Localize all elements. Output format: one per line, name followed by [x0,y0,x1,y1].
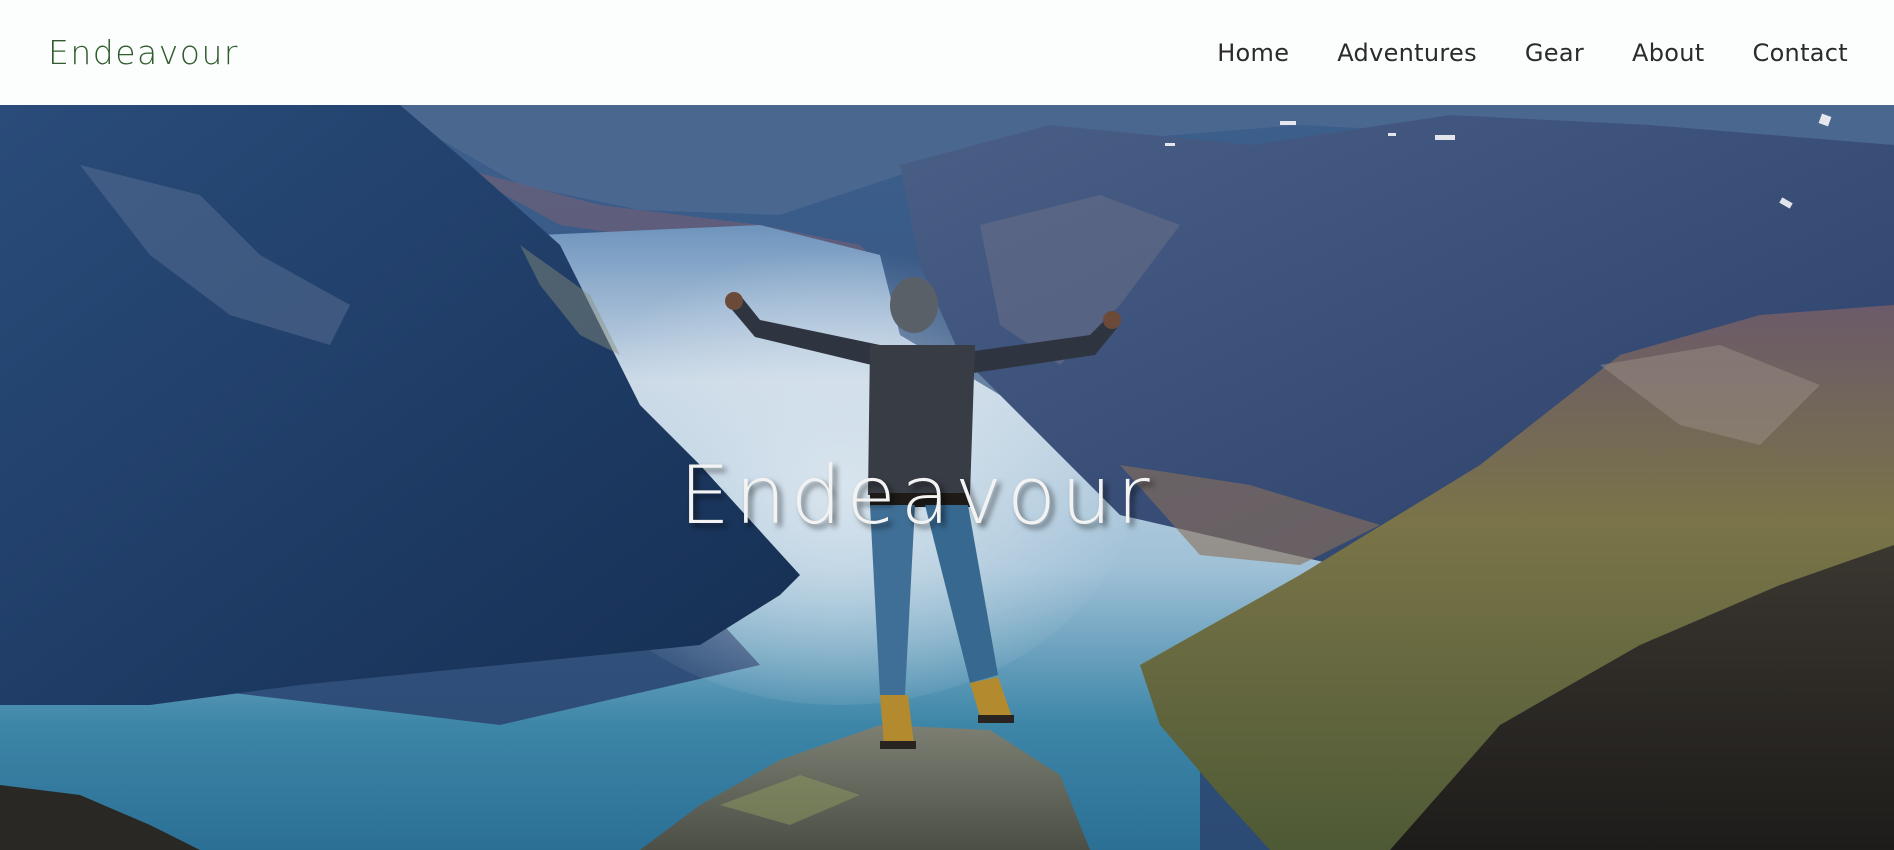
brand-logo[interactable]: Endeavour [48,33,239,72]
hero-title: Endeavour [679,448,1155,542]
nav-gear-link[interactable]: Gear [1525,39,1584,67]
nav-home-link[interactable]: Home [1217,39,1289,67]
nav-about-link[interactable]: About [1632,39,1704,67]
main-nav: Home Adventures Gear About Contact [1217,39,1848,67]
nav-contact-link[interactable]: Contact [1753,39,1848,67]
navbar: Endeavour Home Adventures Gear About Con… [0,0,1894,105]
page: Endeavour Home Adventures Gear About Con… [0,0,1894,850]
hero-section: Endeavour [0,105,1894,850]
nav-adventures-link[interactable]: Adventures [1337,39,1477,67]
